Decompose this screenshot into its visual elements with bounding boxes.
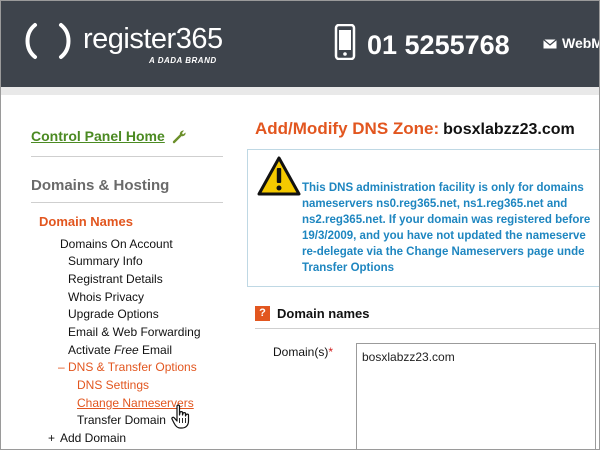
domains-label-text: Domain(s) — [273, 345, 329, 359]
logo-text: register365 — [83, 23, 223, 55]
nav-whois-privacy[interactable]: Whois Privacy — [68, 289, 144, 306]
section-title-domain-names: Domain names — [277, 306, 370, 321]
nav-add-domain[interactable]: Add Domain — [60, 430, 126, 447]
sidebar-divider — [31, 156, 223, 157]
nav-summary-info[interactable]: Summary Info — [68, 253, 143, 270]
nav-dns-transfer-options[interactable]: DNS & Transfer Options — [68, 359, 197, 376]
collapse-icon[interactable]: – — [58, 359, 65, 376]
site-header: register365 A DADA BRAND 01 5255768 WebM — [1, 1, 599, 87]
nav-activate-text: Activate — [68, 343, 115, 357]
nav-domains-on-account[interactable]: Domains On Account — [60, 236, 173, 253]
nav-upgrade-options[interactable]: Upgrade Options — [68, 306, 159, 323]
nav-dns-settings[interactable]: DNS Settings — [77, 377, 149, 394]
page-title: Add/Modify DNS Zone: bosxlabzz23.com — [255, 119, 575, 139]
expand-icon[interactable]: + — [48, 430, 55, 447]
warning-icon — [257, 156, 301, 196]
domain-names-heading[interactable]: Domain Names — [39, 214, 133, 229]
nav-activate-free-email[interactable]: Activate Free Email — [68, 342, 172, 359]
wrench-icon — [172, 130, 186, 144]
notice-line: nameservers ns0.reg365.net, ns1.reg365.n… — [302, 198, 568, 210]
phone-icon — [334, 24, 356, 60]
sidebar-divider — [31, 202, 223, 203]
logo-tagline: A DADA BRAND — [149, 56, 217, 65]
nav-transfer-domain[interactable]: Transfer Domain — [77, 412, 166, 429]
domains-hosting-heading[interactable]: Domains & Hosting — [31, 177, 169, 194]
notice-line: 19/3/2009, and you have not updated the … — [302, 230, 586, 242]
notice-line: re-delegate via the Change Nameservers p… — [302, 246, 585, 258]
notice-line: This DNS administration facility is only… — [302, 182, 584, 194]
notice-line: ns2.reg365.net. If your domain was regis… — [302, 214, 591, 226]
logo-mark-icon — [25, 23, 71, 59]
section-divider — [255, 328, 599, 329]
nav-activate-email-text: Email — [138, 343, 173, 357]
required-marker: * — [328, 345, 334, 359]
header-divider — [1, 87, 599, 95]
page-title-domain: bosxlabzz23.com — [443, 121, 575, 138]
control-panel-home-link[interactable]: Control Panel Home — [31, 128, 165, 144]
nav-registrant-details[interactable]: Registrant Details — [68, 271, 163, 288]
help-icon[interactable]: ? — [255, 306, 270, 321]
webmail-link[interactable]: WebM — [562, 35, 599, 51]
hand-cursor-icon — [171, 404, 190, 429]
domains-label: Domain(s)* — [273, 345, 333, 359]
page-title-text: Add/Modify DNS Zone: — [255, 119, 440, 138]
notice-line: Transfer Options — [302, 262, 395, 274]
logo[interactable]: register365 A DADA BRAND — [21, 21, 236, 71]
mail-icon — [543, 39, 557, 49]
phone-number: 01 5255768 — [367, 30, 510, 60]
nav-email-web-forwarding[interactable]: Email & Web Forwarding — [68, 324, 201, 341]
notice-text: This DNS administration facility is only… — [302, 180, 599, 276]
nav-activate-free-text: Free — [114, 343, 139, 357]
page-frame: register365 A DADA BRAND 01 5255768 WebM… — [0, 0, 600, 450]
domains-field[interactable]: bosxlabzz23.com — [356, 343, 596, 449]
